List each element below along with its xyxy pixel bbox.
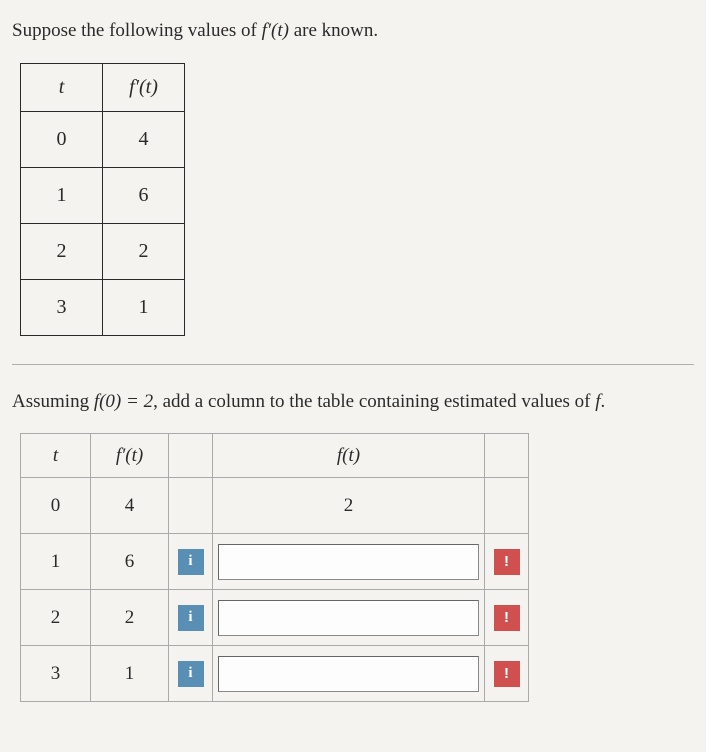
cell-info: i xyxy=(169,646,213,702)
intro-text-1: Suppose the following values of f′(t) ar… xyxy=(12,18,694,45)
intro2-pre: Assuming xyxy=(12,391,94,412)
intro2-post2: . xyxy=(601,391,606,412)
cell-t: 3 xyxy=(21,646,91,702)
answer-table: t f′(t) f(t) 0 4 2 1 6 i ! xyxy=(20,433,529,702)
intro-text-2: Assuming f(0) = 2, add a column to the t… xyxy=(12,389,694,416)
cell-warn: ! xyxy=(485,590,529,646)
cell-t: 1 xyxy=(21,534,91,590)
intro-pre: Suppose the following values of xyxy=(12,20,262,41)
cell-ft-given: 2 xyxy=(213,478,485,534)
answer-input-2[interactable] xyxy=(218,600,478,636)
cell-warn: ! xyxy=(485,534,529,590)
cell-fp: 6 xyxy=(103,167,185,223)
info-icon[interactable]: i xyxy=(178,549,204,575)
cell-input xyxy=(213,534,485,590)
cell-t: 0 xyxy=(21,478,91,534)
table1-head-t: t xyxy=(21,63,103,111)
lower-section: Assuming f(0) = 2, add a column to the t… xyxy=(12,387,694,703)
cell-input xyxy=(213,646,485,702)
intro2-post1: , add a column to the table containing e… xyxy=(153,391,595,412)
cell-warn-empty xyxy=(485,478,529,534)
cell-fp: 2 xyxy=(103,223,185,279)
cell-fp: 6 xyxy=(91,534,169,590)
table2-head-ft: f(t) xyxy=(213,434,485,478)
table2-head-fp: f′(t) xyxy=(91,434,169,478)
cell-fp: 4 xyxy=(91,478,169,534)
cell-t: 2 xyxy=(21,590,91,646)
table2-head-warn-spacer xyxy=(485,434,529,478)
answer-input-3[interactable] xyxy=(218,656,478,692)
cell-t: 3 xyxy=(21,279,103,335)
table-row: 1 6 xyxy=(21,167,185,223)
cell-t: 0 xyxy=(21,111,103,167)
warning-icon[interactable]: ! xyxy=(494,661,520,687)
table-row: 0 4 xyxy=(21,111,185,167)
info-icon[interactable]: i xyxy=(178,661,204,687)
table-row: 2 2 xyxy=(21,223,185,279)
table-row: 3 1 xyxy=(21,279,185,335)
cell-info-empty xyxy=(169,478,213,534)
table-row: 0 4 2 xyxy=(21,478,529,534)
given-values-table: t f′(t) 0 4 1 6 2 2 3 1 xyxy=(20,63,185,336)
upper-section: Suppose the following values of f′(t) ar… xyxy=(12,18,694,365)
cell-warn: ! xyxy=(485,646,529,702)
cell-input xyxy=(213,590,485,646)
table-row: 1 6 i ! xyxy=(21,534,529,590)
table-row: 3 1 i ! xyxy=(21,646,529,702)
warning-icon[interactable]: ! xyxy=(494,549,520,575)
cell-t: 2 xyxy=(21,223,103,279)
cell-info: i xyxy=(169,590,213,646)
table2-head-t: t xyxy=(21,434,91,478)
intro2-cond: f(0) = 2 xyxy=(94,391,153,412)
cell-fp: 2 xyxy=(91,590,169,646)
table2-head-info-spacer xyxy=(169,434,213,478)
cell-info: i xyxy=(169,534,213,590)
intro-post: are known. xyxy=(289,20,378,41)
cell-fp: 1 xyxy=(103,279,185,335)
cell-t: 1 xyxy=(21,167,103,223)
table1-head-fp: f′(t) xyxy=(103,63,185,111)
intro-func: f′(t) xyxy=(262,20,289,41)
cell-fp: 1 xyxy=(91,646,169,702)
cell-fp: 4 xyxy=(103,111,185,167)
answer-input-1[interactable] xyxy=(218,544,478,580)
info-icon[interactable]: i xyxy=(178,605,204,631)
table-row: 2 2 i ! xyxy=(21,590,529,646)
warning-icon[interactable]: ! xyxy=(494,605,520,631)
